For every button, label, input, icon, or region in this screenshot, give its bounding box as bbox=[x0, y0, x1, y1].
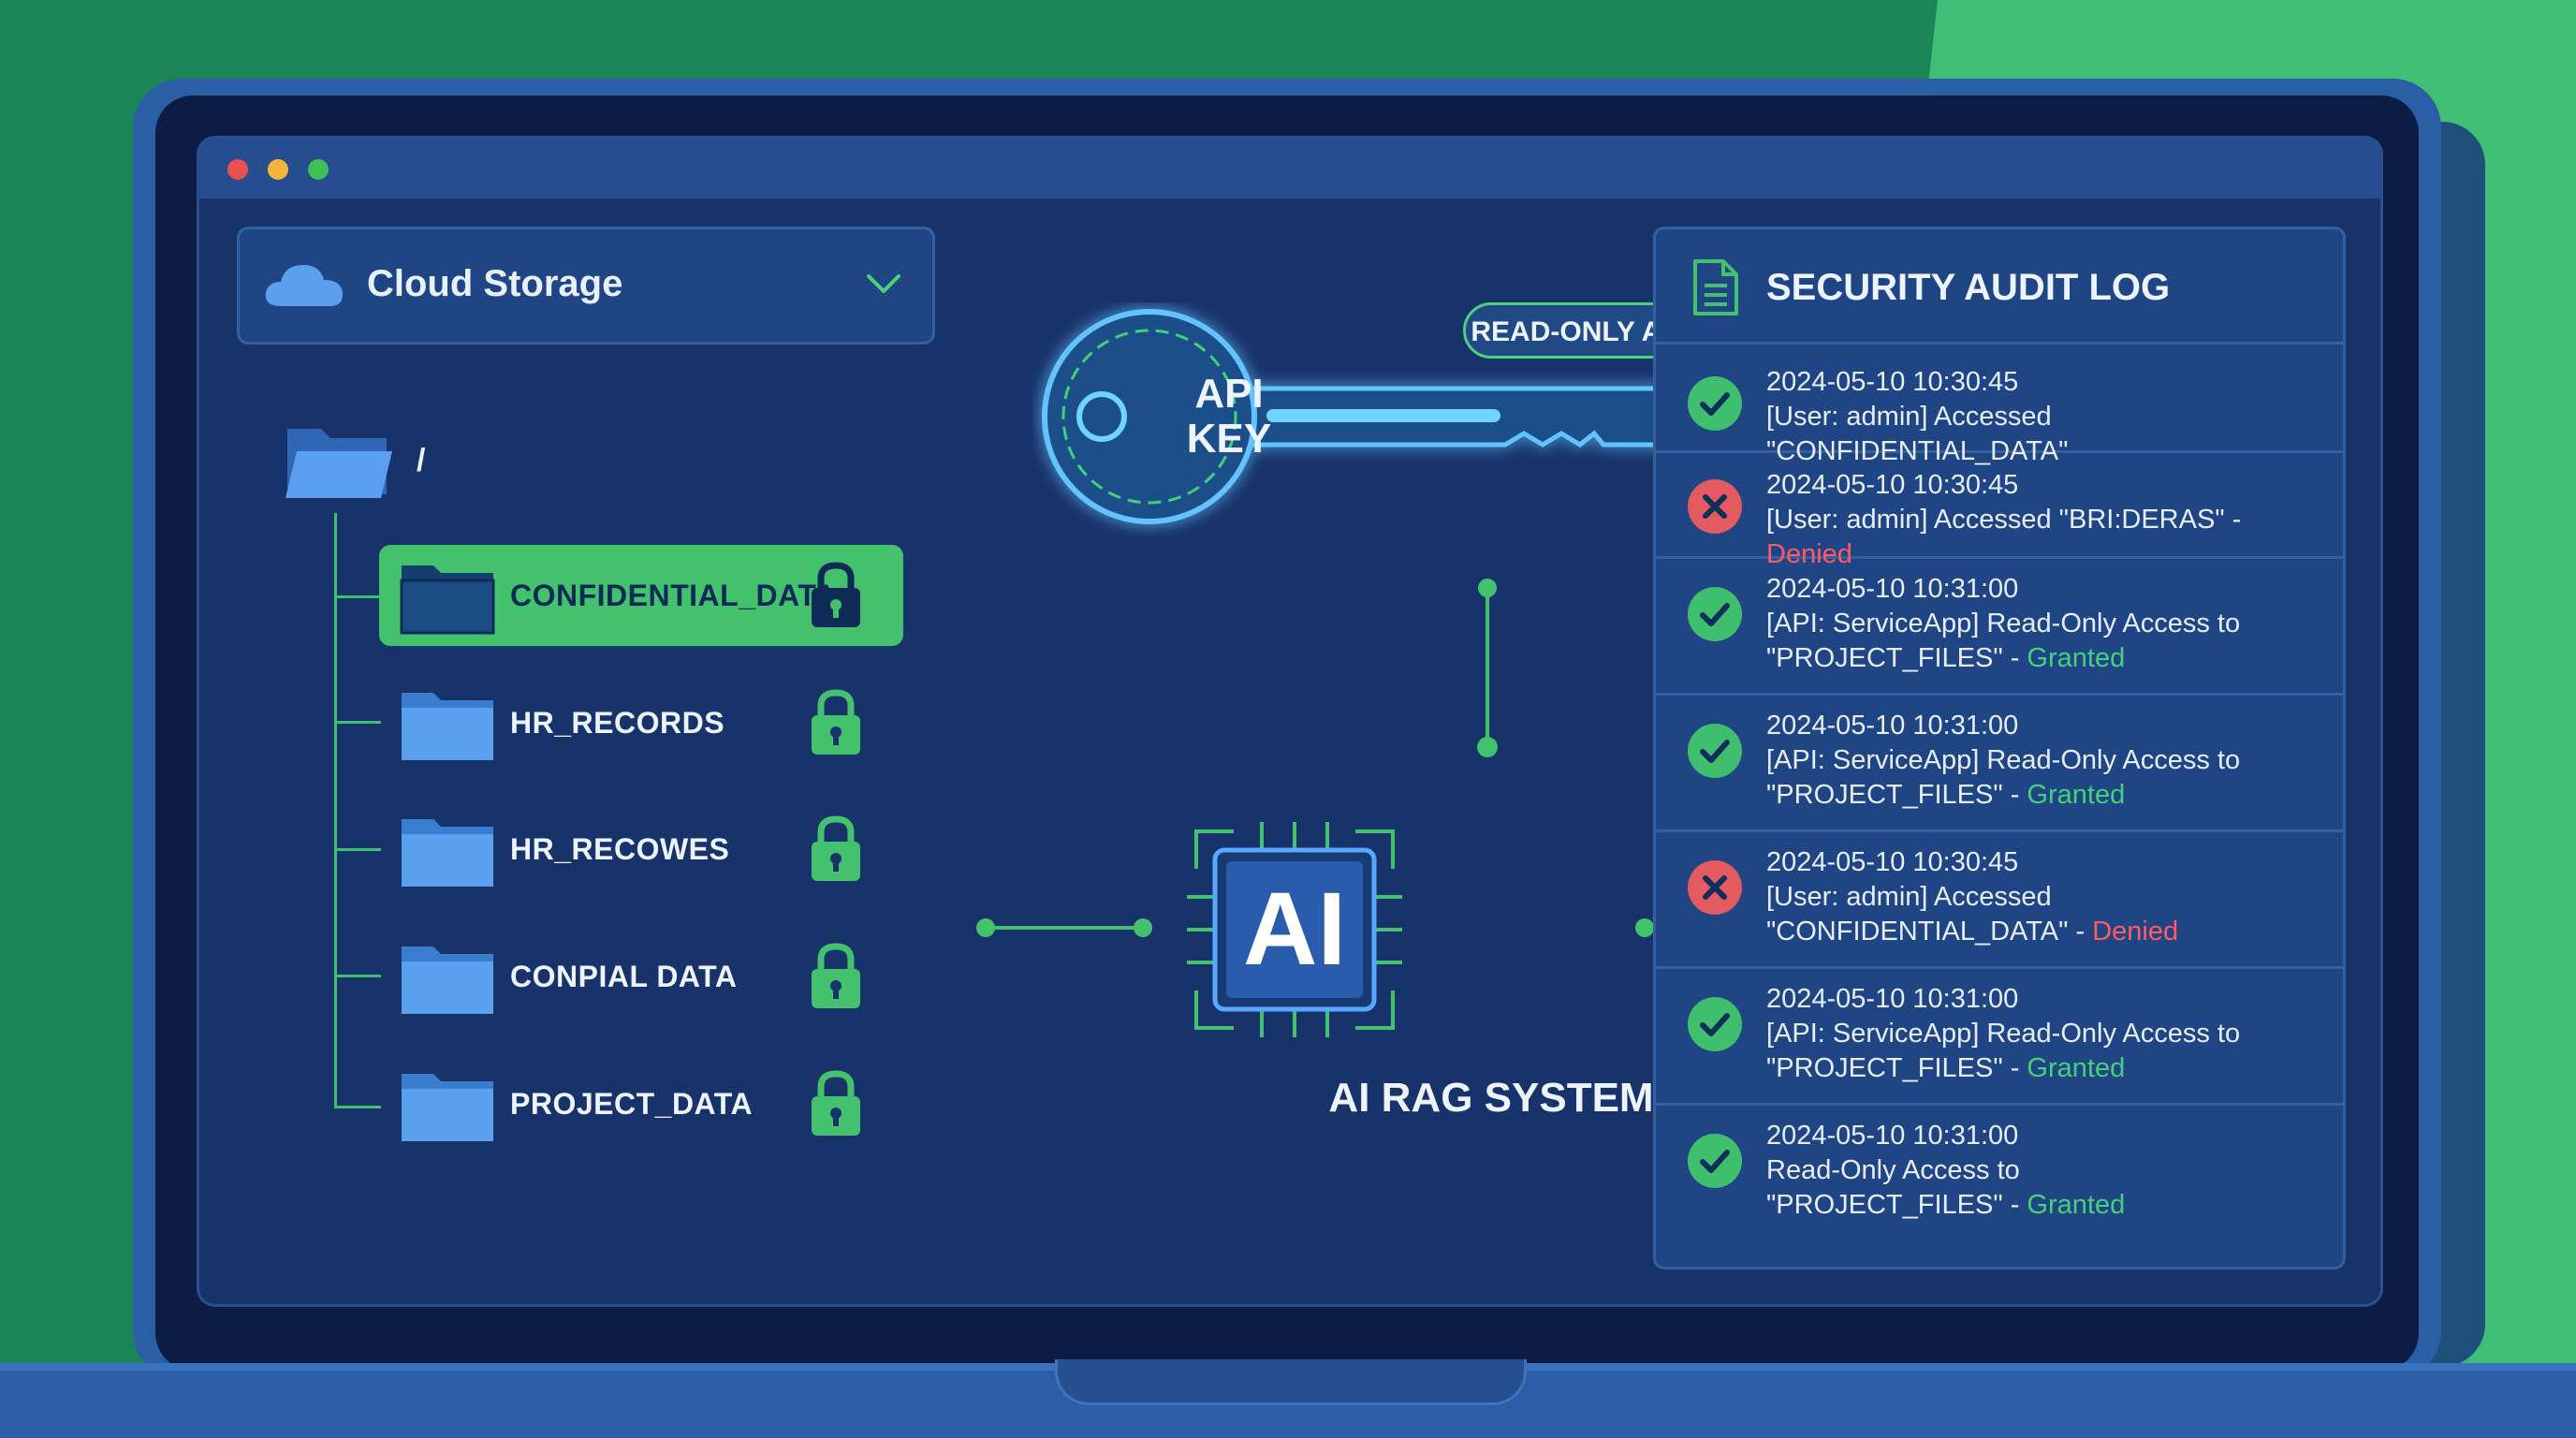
folder-icon bbox=[402, 946, 493, 1014]
folder-label: CONPIAL DATA bbox=[510, 960, 738, 993]
log-message: Read-Only Access to "PROJECT_FILES" - bbox=[1766, 1155, 2027, 1220]
audit-log-entry: 2024-05-10 10:31:00 [API: ServiceApp] Re… bbox=[1656, 559, 2343, 696]
folder-icon bbox=[400, 565, 495, 635]
tree-branch bbox=[334, 721, 381, 724]
folder-label: CONFIDENTIAL_DATA bbox=[510, 579, 837, 612]
folder-icon bbox=[402, 819, 493, 887]
lock-icon bbox=[812, 943, 860, 1008]
folder-icon bbox=[402, 693, 493, 760]
log-timestamp: 2024-05-10 10:30:45 bbox=[1766, 367, 2019, 397]
lock-icon bbox=[812, 1070, 860, 1136]
audit-log-title: SECURITY AUDIT LOG bbox=[1766, 267, 2171, 308]
cloud-storage-dropdown[interactable]: Cloud Storage bbox=[237, 227, 935, 345]
tree-trunk bbox=[334, 513, 337, 1108]
folder-row-confidential-data[interactable]: CONFIDENTIAL_DATA bbox=[379, 545, 903, 646]
log-timestamp: 2024-05-10 10:31:00 bbox=[1766, 984, 2019, 1014]
folder-row-conpial-data[interactable]: CONPIAL DATA bbox=[379, 926, 903, 1027]
lock-icon bbox=[812, 815, 860, 881]
ai-rag-system-title: AI RAG SYSTEM bbox=[1328, 1075, 1654, 1121]
tree-branch bbox=[334, 1106, 381, 1108]
log-message: [API: ServiceApp] Read-Only Access to "P… bbox=[1766, 609, 2241, 673]
api-key-label-line2: KEY bbox=[1186, 416, 1272, 462]
log-result-granted: Granted bbox=[2027, 780, 2126, 810]
lock-icon bbox=[812, 689, 860, 755]
check-icon bbox=[1688, 376, 1742, 431]
folder-row-project-data[interactable]: PROJECT_DATA bbox=[379, 1053, 903, 1154]
document-icon bbox=[1693, 259, 1738, 315]
tree-branch bbox=[334, 848, 381, 851]
folder-label: PROJECT_DATA bbox=[510, 1087, 754, 1121]
audit-log-entry: 2024-05-10 10:31:00 Read-Only Access to … bbox=[1656, 1106, 2343, 1261]
audit-log-entry: 2024-05-10 10:31:00 [API: ServiceApp] Re… bbox=[1656, 969, 2343, 1106]
app-window: Cloud Storage / CONFIDENTIAL_DATA HR_REC… bbox=[197, 136, 2383, 1307]
log-message: [API: ServiceApp] Read-Only Access to "P… bbox=[1766, 745, 2241, 810]
window-maximize-button[interactable] bbox=[308, 159, 329, 180]
cloud-storage-title: Cloud Storage bbox=[367, 263, 623, 304]
laptop-notch bbox=[1055, 1359, 1527, 1405]
log-result-denied: Denied bbox=[2092, 917, 2179, 946]
log-timestamp: 2024-05-10 10:31:00 bbox=[1766, 711, 2019, 741]
tree-branch bbox=[334, 975, 381, 977]
folder-row-hr-recowes[interactable]: HR_RECOWES bbox=[379, 799, 903, 900]
audit-log-entry: 2024-05-10 10:30:45 [User: admin] Access… bbox=[1656, 345, 2343, 466]
log-timestamp: 2024-05-10 10:31:00 bbox=[1766, 1121, 2019, 1151]
folder-label: HR_RECOWES bbox=[510, 832, 730, 866]
check-icon bbox=[1688, 587, 1742, 641]
api-key-label-line1: API bbox=[1194, 371, 1264, 417]
log-result-granted: Granted bbox=[2027, 1053, 2126, 1083]
tree-branch bbox=[334, 595, 381, 598]
folder-label: HR_RECORDS bbox=[510, 706, 725, 740]
check-icon bbox=[1688, 1134, 1742, 1188]
cloud-icon bbox=[265, 265, 343, 306]
x-icon bbox=[1688, 479, 1742, 534]
root-folder-icon bbox=[285, 429, 392, 498]
audit-log-header: SECURITY AUDIT LOG bbox=[1656, 229, 2343, 345]
log-result-granted: Granted bbox=[2027, 1190, 2126, 1220]
log-message: [User: admin] Accessed "BRI:DERAS" - bbox=[1766, 505, 2242, 535]
folder-icon bbox=[402, 1074, 493, 1141]
log-timestamp: 2024-05-10 10:30:45 bbox=[1766, 847, 2019, 877]
audit-log-entry: 2024-05-10 10:30:45 [User: admin] Access… bbox=[1656, 453, 2343, 569]
log-result-granted: Granted bbox=[2027, 643, 2126, 673]
log-timestamp: 2024-05-10 10:31:00 bbox=[1766, 574, 2019, 604]
folder-row-hr-records[interactable]: HR_RECORDS bbox=[379, 672, 903, 773]
lock-icon bbox=[812, 562, 860, 627]
check-icon bbox=[1688, 997, 1742, 1051]
check-icon bbox=[1688, 724, 1742, 778]
window-minimize-button[interactable] bbox=[268, 159, 288, 180]
log-timestamp: 2024-05-10 10:30:45 bbox=[1766, 470, 2019, 500]
security-audit-log-panel: SECURITY AUDIT LOG 2024-05-10 10:30:45 [… bbox=[1653, 227, 2346, 1269]
audit-log-entry: 2024-05-10 10:31:00 [API: ServiceApp] Re… bbox=[1656, 696, 2343, 832]
log-message: [User: admin] Accessed "CONFIDENTIAL_DAT… bbox=[1766, 882, 2093, 946]
window-close-button[interactable] bbox=[227, 159, 248, 180]
log-message: [API: ServiceApp] Read-Only Access to "P… bbox=[1766, 1019, 2241, 1083]
root-path: / bbox=[417, 443, 426, 478]
ai-chip-label: AI bbox=[1243, 872, 1346, 987]
audit-log-entry: 2024-05-10 10:30:45 [User: admin] Access… bbox=[1656, 832, 2343, 969]
window-titlebar bbox=[199, 139, 2380, 198]
x-icon bbox=[1688, 860, 1742, 915]
chevron-down-icon[interactable] bbox=[865, 271, 902, 297]
